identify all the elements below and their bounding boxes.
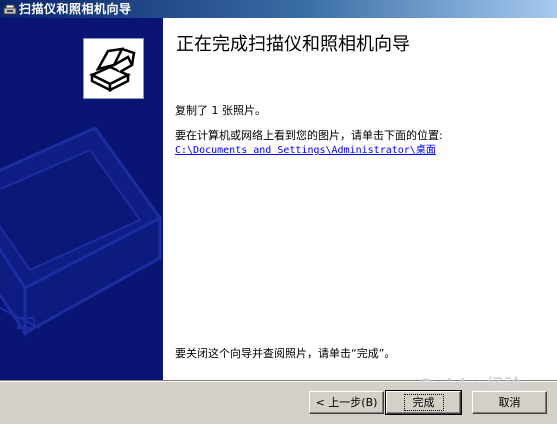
copied-count-text: 复制了 1 张照片。 <box>175 104 266 117</box>
page-title: 正在完成扫描仪和照相机向导 <box>176 34 410 55</box>
finish-button-label: 完成 <box>403 393 444 411</box>
window-title: 扫描仪和照相机向导 <box>19 2 132 16</box>
wizard-window: 扫描仪和照相机向导 正在完成扫描仪和照相机向导 复制了 1 张照片。 要在计算机… <box>0 0 557 424</box>
cancel-button[interactable]: 取消 <box>472 391 547 414</box>
scanner-camera-logo <box>83 38 144 99</box>
finish-button[interactable]: 完成 <box>385 390 462 415</box>
back-button[interactable]: < 上一步(B) <box>309 391 384 414</box>
close-instruction-text: 要关闭这个向导并查阅照片，请单击“完成”。 <box>175 347 396 360</box>
scanner-camera-logo-icon <box>89 47 136 93</box>
wizard-content: 正在完成扫描仪和照相机向导 复制了 1 张照片。 要在计算机或网络上看到您的图片… <box>163 18 557 380</box>
wizard-side-banner <box>0 18 163 380</box>
wizard-title-icon <box>3 4 17 15</box>
pictures-location-link[interactable]: C:\Documents and Settings\Administrator\… <box>175 141 436 156</box>
title-bar[interactable]: 扫描仪和照相机向导 <box>0 0 557 18</box>
